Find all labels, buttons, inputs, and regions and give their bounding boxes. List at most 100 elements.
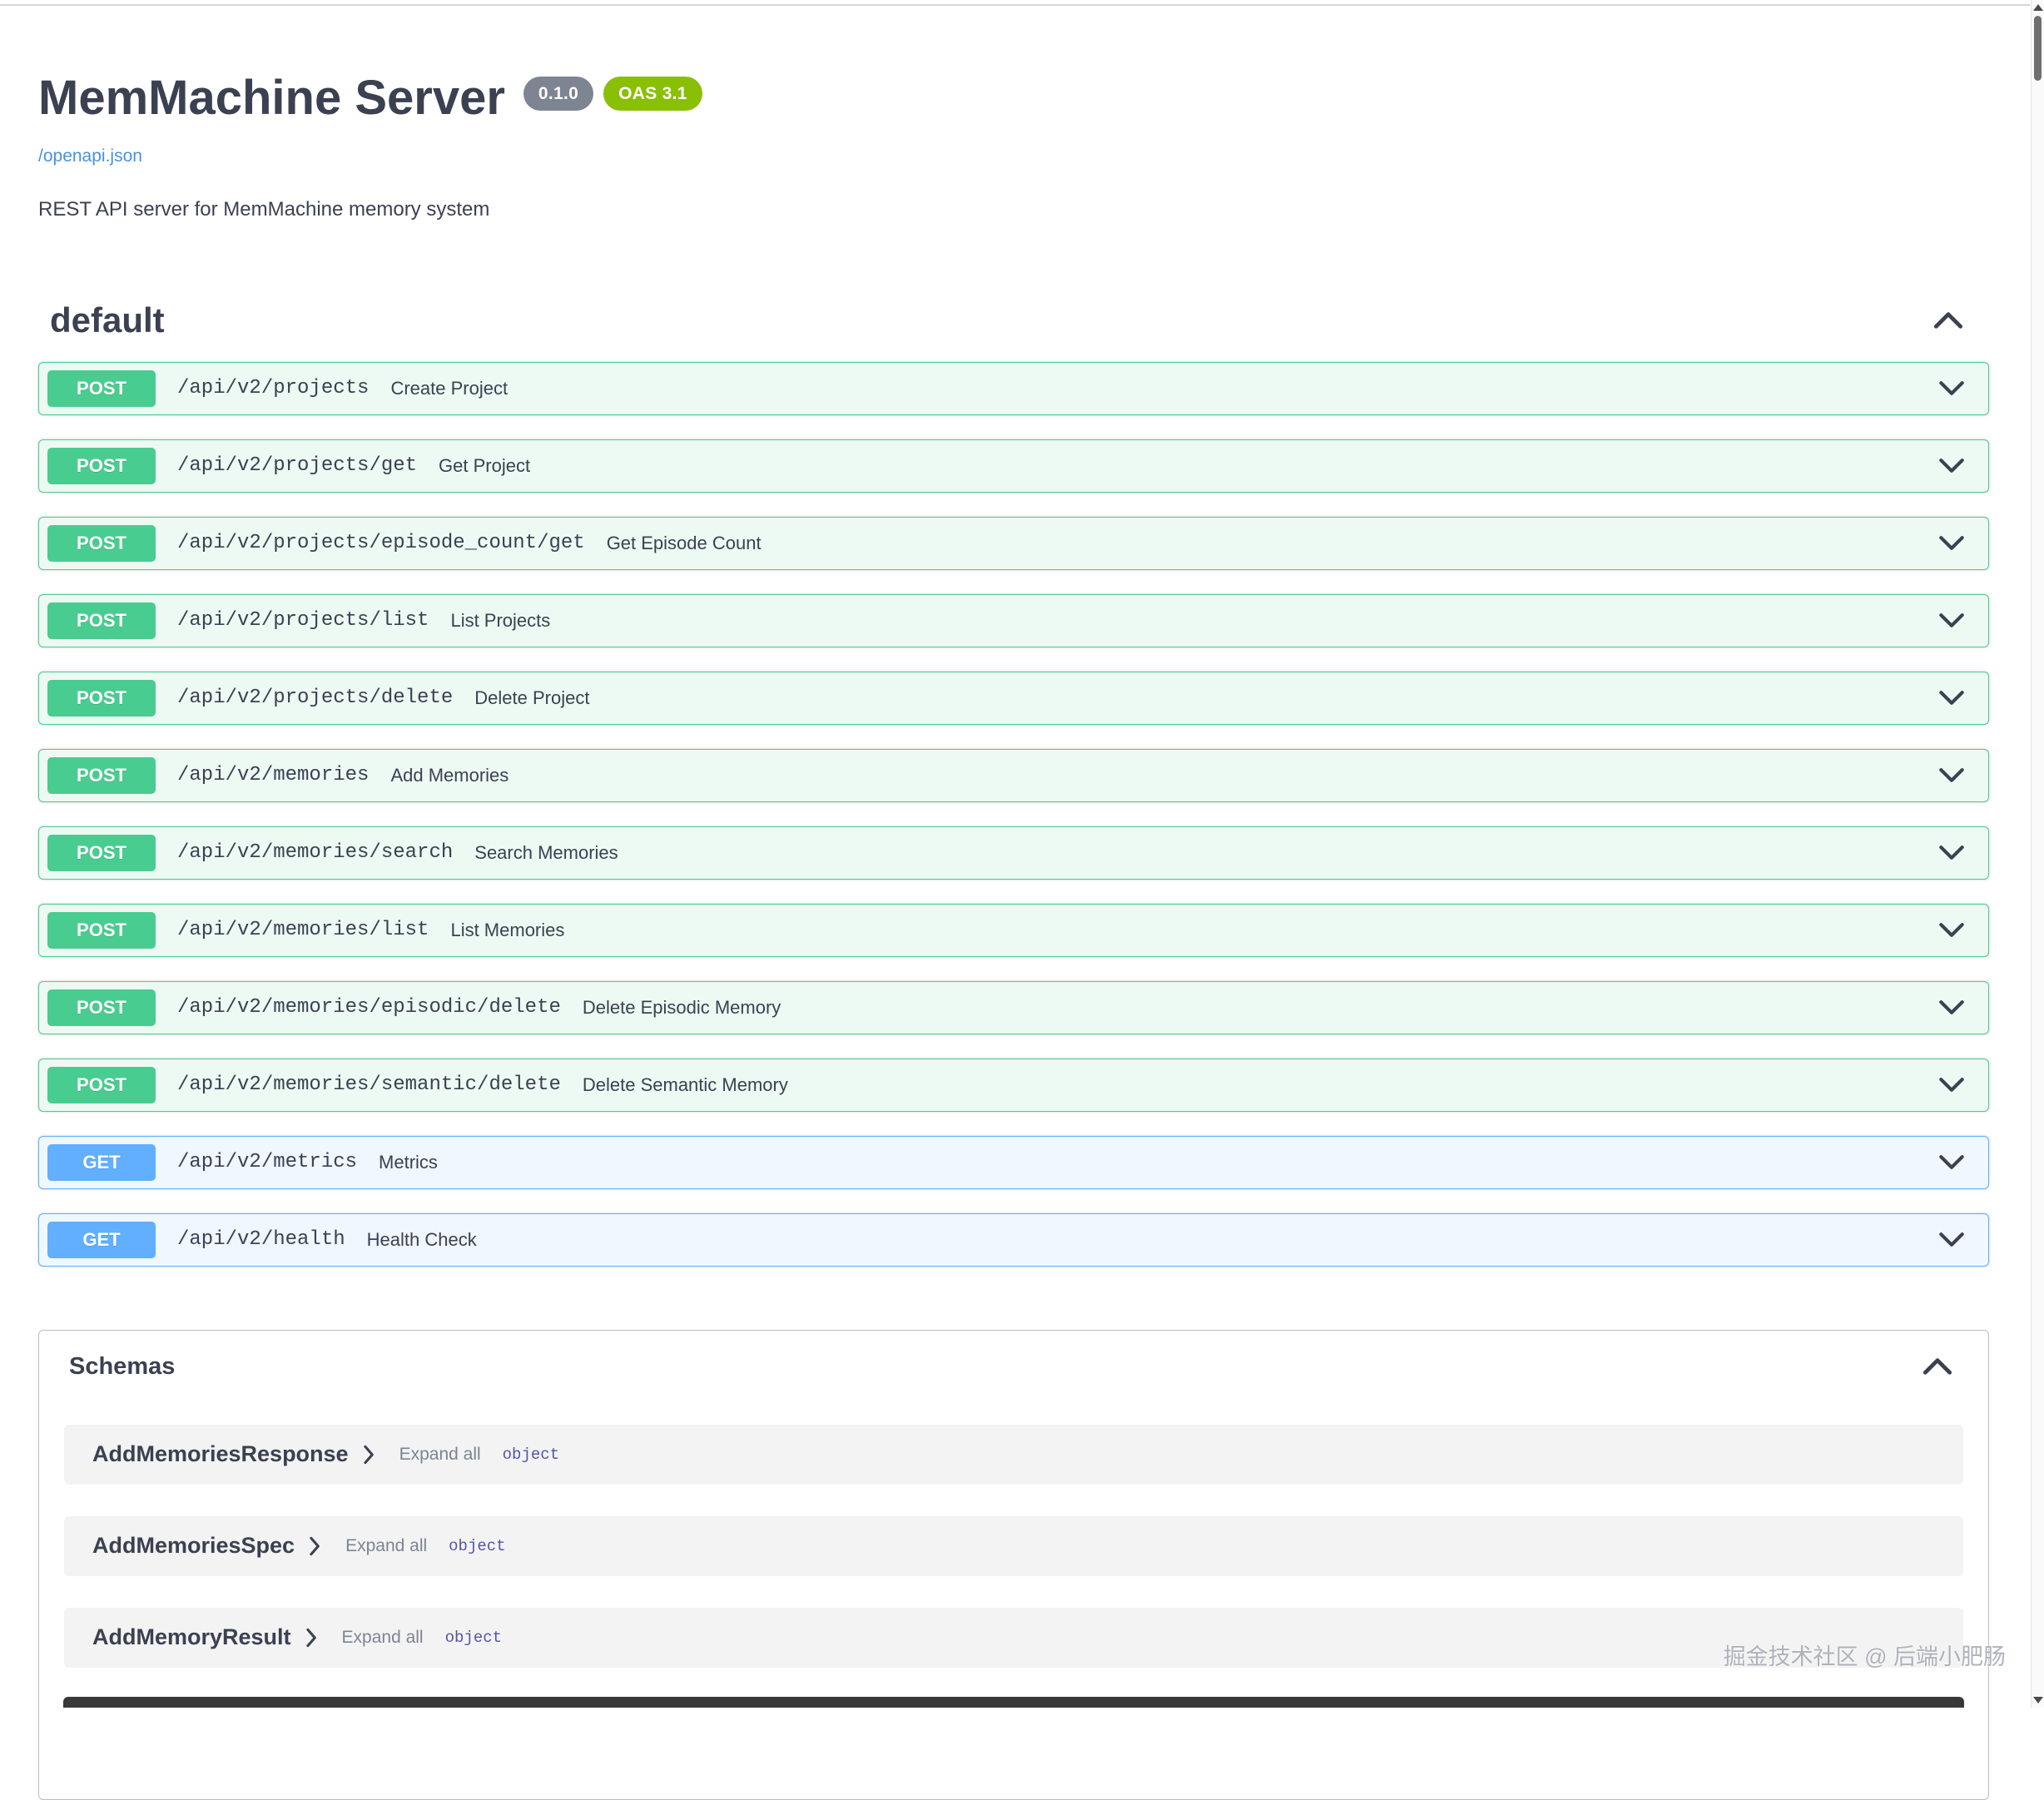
method-badge: POST (47, 370, 156, 407)
endpoint-path: /api/v2/projects/list (177, 609, 429, 632)
chevron-down-icon[interactable] (1938, 690, 1965, 706)
endpoint-row[interactable]: POST /api/v2/memories/search Search Memo… (38, 826, 1989, 880)
schemas-section: Schemas AddMemoriesResponse Expand all o… (38, 1330, 1989, 1800)
model-name: AddMemoriesSpec (92, 1533, 295, 1559)
chevron-down-icon[interactable] (1938, 535, 1965, 551)
model-type: object (449, 1537, 505, 1555)
endpoint-row[interactable]: POST /api/v2/projects/get Get Project (38, 439, 1989, 493)
endpoint-row[interactable]: POST /api/v2/memories Add Memories (38, 749, 1989, 802)
default-tag-section: default POST /api/v2/projects Create Pro… (38, 300, 1989, 1267)
endpoint-path: /api/v2/memories/episodic/delete (177, 996, 561, 1019)
method-badge: POST (47, 602, 156, 639)
method-badge: POST (47, 448, 156, 484)
chevron-down-icon[interactable] (1938, 1232, 1965, 1247)
swagger-ui-page: MemMachine Server 0.1.0 OAS 3.1 /openapi… (38, 0, 1989, 1800)
schemas-title: Schemas (69, 1353, 175, 1381)
schema-model-row[interactable]: AddMemoriesResponse Expand all object (64, 1425, 1963, 1485)
default-section-title: default (50, 300, 165, 340)
watermark-text: 掘金技术社区 @ 后端小肥肠 (1724, 1639, 2006, 1671)
chevron-right-icon[interactable] (362, 1445, 375, 1465)
endpoint-path: /api/v2/memories/list (177, 919, 429, 941)
scroll-down-arrow-icon[interactable] (2033, 1697, 2043, 1703)
endpoint-summary: List Memories (450, 920, 564, 941)
endpoint-row[interactable]: POST /api/v2/projects/list List Projects (38, 594, 1989, 647)
chevron-down-icon[interactable] (1938, 767, 1965, 783)
method-badge: GET (47, 1144, 156, 1181)
schema-model-row[interactable]: AddMemoriesSpec Expand all object (64, 1516, 1963, 1576)
chevron-up-icon[interactable] (1922, 1357, 1953, 1376)
scroll-up-arrow-icon[interactable] (2033, 4, 2043, 11)
endpoint-row[interactable]: POST /api/v2/projects Create Project (38, 362, 1989, 415)
api-title-text: MemMachine Server (38, 72, 505, 125)
model-name: AddMemoriesResponse (92, 1441, 349, 1467)
endpoint-summary: Get Episode Count (607, 533, 762, 554)
chevron-down-icon[interactable] (1938, 612, 1965, 628)
endpoint-summary: Delete Semantic Memory (583, 1074, 788, 1096)
chevron-down-icon[interactable] (1938, 1154, 1965, 1170)
endpoint-path: /api/v2/projects/get (177, 454, 417, 477)
expand-all-button[interactable]: Expand all (342, 1628, 424, 1648)
method-badge: POST (47, 525, 156, 562)
chevron-up-icon[interactable] (1932, 311, 1964, 330)
method-badge: POST (47, 835, 156, 871)
endpoint-path: /api/v2/memories (177, 764, 369, 786)
endpoint-path: /api/v2/projects/episode_count/get (177, 532, 585, 554)
method-badge: GET (47, 1222, 156, 1258)
endpoint-row[interactable]: POST /api/v2/memories/list List Memories (38, 904, 1989, 957)
endpoint-path: /api/v2/projects/delete (177, 687, 453, 709)
endpoint-summary: Add Memories (390, 765, 509, 786)
method-badge: POST (47, 989, 156, 1026)
expand-all-button[interactable]: Expand all (399, 1445, 481, 1465)
expand-all-button[interactable]: Expand all (345, 1536, 427, 1556)
endpoint-path: /api/v2/health (177, 1228, 345, 1251)
scrollbar-thumb[interactable] (2034, 16, 2042, 81)
chevron-down-icon[interactable] (1938, 922, 1965, 938)
chevron-down-icon[interactable] (1938, 380, 1965, 396)
endpoint-row[interactable]: GET /api/v2/health Health Check (38, 1213, 1989, 1267)
api-description: REST API server for MemMachine memory sy… (38, 198, 1989, 221)
model-name: AddMemoryResult (92, 1624, 291, 1650)
method-badge: POST (47, 757, 156, 794)
chevron-down-icon[interactable] (1938, 999, 1965, 1015)
endpoint-row[interactable]: POST /api/v2/projects/episode_count/get … (38, 517, 1989, 570)
endpoint-summary: Get Project (439, 455, 530, 477)
method-badge: POST (47, 912, 156, 949)
endpoint-path: /api/v2/projects (177, 377, 369, 399)
endpoint-row[interactable]: POST /api/v2/memories/episodic/delete De… (38, 981, 1989, 1034)
endpoint-summary: List Projects (450, 610, 550, 632)
partially-visible-row (63, 1697, 1964, 1708)
endpoint-path: /api/v2/memories/semantic/delete (177, 1074, 561, 1096)
openapi-spec-link[interactable]: /openapi.json (38, 146, 142, 166)
schema-model-list: AddMemoriesResponse Expand all object Ad… (64, 1425, 1963, 1668)
schema-model-row[interactable]: AddMemoryResult Expand all object (64, 1608, 1963, 1668)
method-badge: POST (47, 1067, 156, 1103)
badges: 0.1.0 OAS 3.1 (523, 77, 702, 111)
chevron-right-icon[interactable] (308, 1536, 320, 1556)
endpoint-summary: Health Check (367, 1229, 477, 1251)
endpoint-path: /api/v2/metrics (177, 1151, 357, 1173)
default-section-header[interactable]: default (38, 300, 1989, 340)
chevron-down-icon[interactable] (1938, 458, 1965, 474)
endpoint-row[interactable]: GET /api/v2/metrics Metrics (38, 1136, 1989, 1189)
chevron-down-icon[interactable] (1938, 845, 1965, 860)
endpoint-summary: Metrics (379, 1152, 438, 1173)
endpoint-summary: Search Memories (474, 842, 618, 864)
version-badge: 0.1.0 (523, 77, 593, 111)
chevron-down-icon[interactable] (1938, 1077, 1965, 1093)
endpoint-row[interactable]: POST /api/v2/projects/delete Delete Proj… (38, 672, 1989, 725)
chevron-right-icon[interactable] (305, 1628, 317, 1648)
model-type: object (445, 1629, 502, 1647)
endpoint-list: POST /api/v2/projects Create Project POS… (38, 362, 1989, 1267)
endpoint-path: /api/v2/memories/search (177, 841, 453, 864)
oas-version-badge: OAS 3.1 (603, 77, 702, 111)
page-title: MemMachine Server 0.1.0 OAS 3.1 (38, 72, 1989, 125)
vertical-scrollbar[interactable] (2031, 0, 2044, 1708)
model-type: object (503, 1445, 559, 1464)
method-badge: POST (47, 680, 156, 717)
endpoint-summary: Create Project (390, 378, 508, 399)
endpoint-row[interactable]: POST /api/v2/memories/semantic/delete De… (38, 1059, 1989, 1112)
api-info-header: MemMachine Server 0.1.0 OAS 3.1 /openapi… (38, 72, 1989, 221)
schemas-section-header[interactable]: Schemas (39, 1331, 1988, 1403)
endpoint-summary: Delete Project (474, 687, 589, 709)
endpoint-summary: Delete Episodic Memory (583, 997, 781, 1019)
